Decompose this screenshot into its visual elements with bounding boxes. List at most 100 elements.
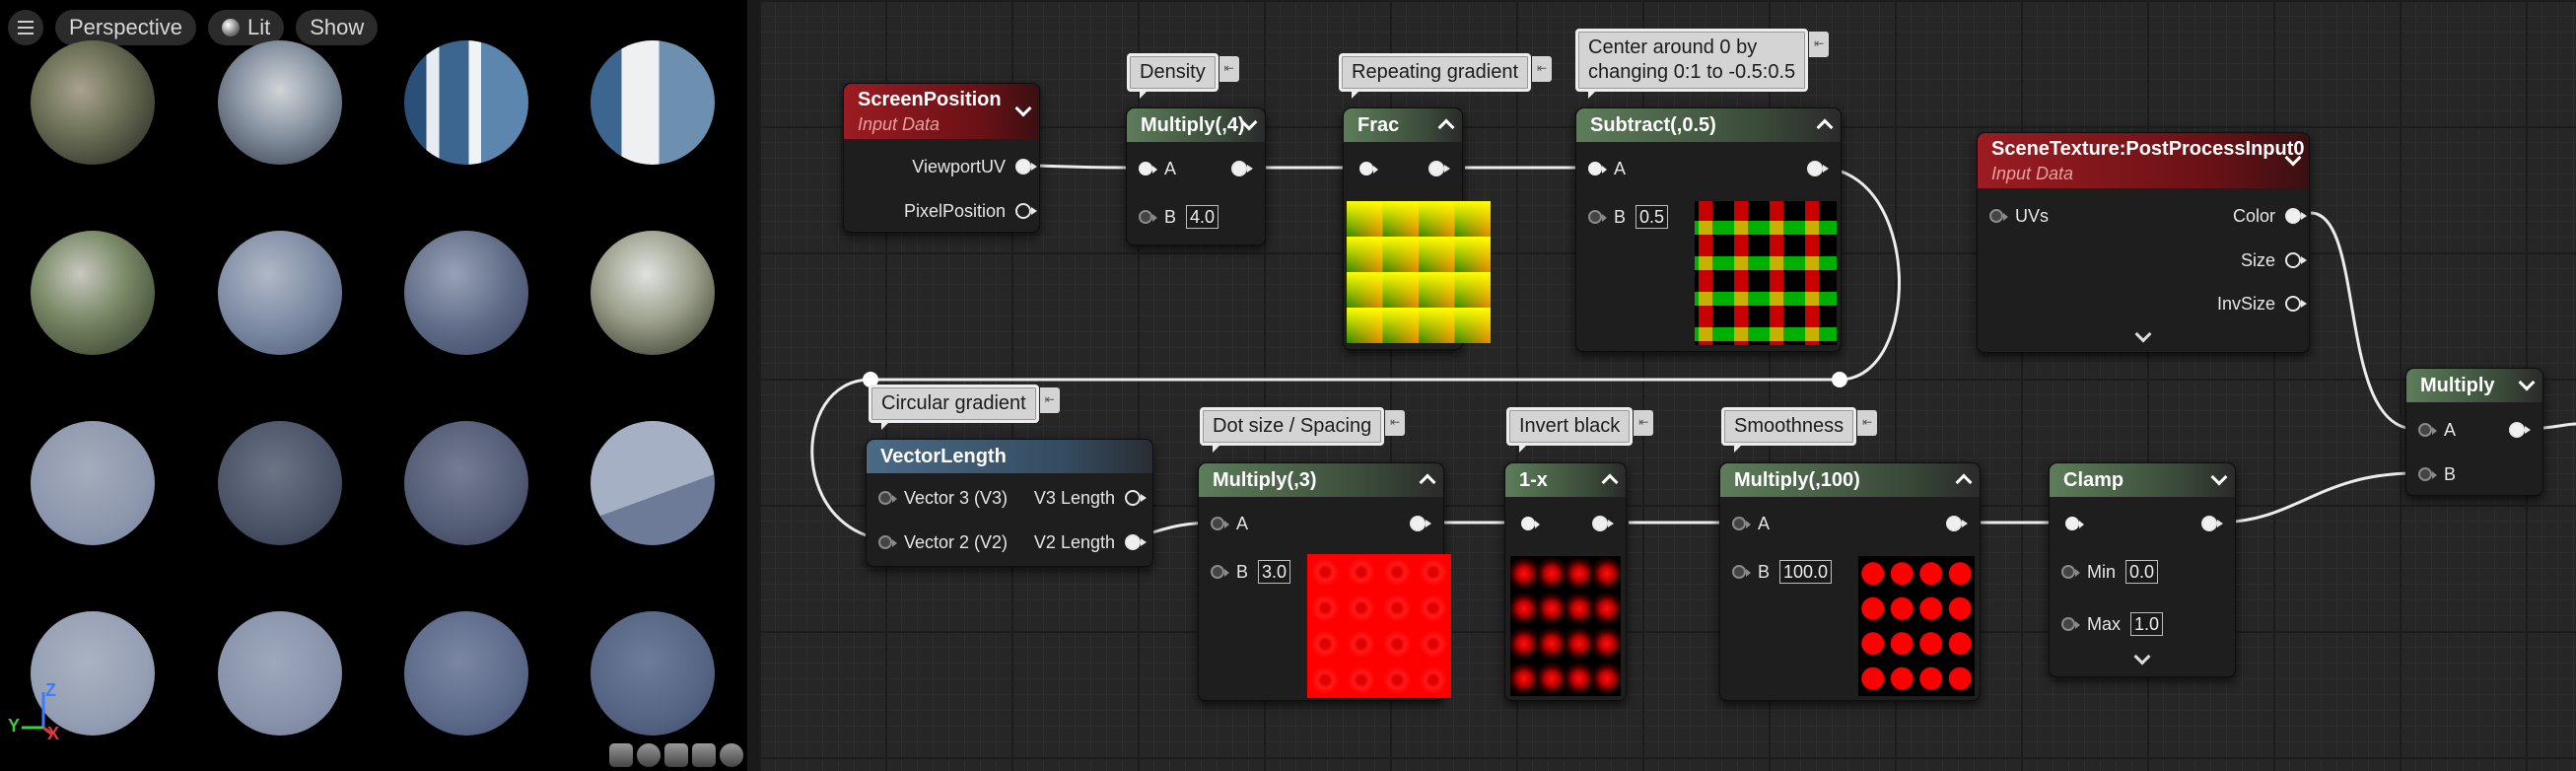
- node-multiply[interactable]: Multiply A B: [2405, 368, 2543, 496]
- node-header[interactable]: Frac: [1344, 108, 1462, 142]
- output-pin-icon[interactable]: [1125, 534, 1147, 550]
- node-header[interactable]: ScreenPosition Input Data: [844, 84, 1039, 139]
- pin-icon[interactable]: ⇤: [1218, 56, 1239, 82]
- show-button[interactable]: Show: [296, 10, 379, 45]
- output-pin-icon[interactable]: [1946, 516, 1968, 531]
- input-a[interactable]: A: [1588, 157, 1626, 180]
- comment-circular-gradient[interactable]: Circular gradient ⇤: [869, 385, 1060, 430]
- input-pin-icon[interactable]: [1588, 210, 1607, 224]
- output-size[interactable]: Size: [2241, 248, 2307, 272]
- input-max[interactable]: Max 1.0: [2061, 612, 2164, 636]
- pin-icon[interactable]: ⇤: [1634, 410, 1654, 436]
- chevron-down-icon[interactable]: [1241, 116, 1255, 130]
- expand-chevron-icon[interactable]: [2137, 328, 2151, 342]
- input-pin-icon[interactable]: [2061, 565, 2080, 579]
- node-screen-position[interactable]: ScreenPosition Input Data ViewportUV Pix…: [843, 83, 1040, 233]
- input-b[interactable]: B 4.0: [1139, 205, 1219, 229]
- output-pin-icon[interactable]: [1231, 161, 1253, 176]
- cylinder-icon[interactable]: [609, 743, 633, 767]
- perspective-button[interactable]: Perspective: [55, 10, 196, 45]
- chevron-up-icon[interactable]: [1817, 116, 1831, 130]
- output-v2-length[interactable]: V2 Length: [1034, 530, 1147, 554]
- output-pin-icon[interactable]: [1015, 203, 1037, 219]
- input-pin-icon[interactable]: [2418, 423, 2437, 437]
- input-pin-icon[interactable]: [2061, 617, 2080, 631]
- input-pin-icon[interactable]: [2065, 517, 2084, 530]
- output-v3-length[interactable]: V3 Length: [1034, 486, 1147, 510]
- chevron-up-icon[interactable]: [1956, 471, 1970, 485]
- input-pin-icon[interactable]: [878, 491, 897, 505]
- pin-icon[interactable]: ⇤: [1532, 56, 1553, 82]
- node-multiply-4[interactable]: Multiply(,4) A B 4.0: [1126, 107, 1266, 245]
- output-color[interactable]: Color: [2233, 204, 2307, 228]
- input-pin-icon[interactable]: [1139, 162, 1157, 175]
- output-pin-icon[interactable]: [2201, 516, 2223, 531]
- node-header[interactable]: Multiply: [2406, 369, 2542, 402]
- output-pin-icon[interactable]: [1015, 159, 1037, 175]
- input-b[interactable]: B 100.0: [1732, 560, 1833, 584]
- output-pin-icon[interactable]: [1125, 490, 1147, 506]
- node-multiply-3[interactable]: Multiply(,3) A B 3.0: [1198, 462, 1451, 701]
- node-clamp[interactable]: Clamp Min 0.0 Max 1.0: [2049, 462, 2236, 677]
- input-pin-icon[interactable]: [1211, 517, 1229, 530]
- chevron-up-icon[interactable]: [1438, 116, 1452, 130]
- node-header[interactable]: Multiply(,4): [1127, 108, 1265, 142]
- input-min[interactable]: Min 0.0: [2061, 560, 2159, 584]
- input-a[interactable]: A: [1139, 157, 1176, 180]
- input-pin-icon[interactable]: [1989, 209, 2008, 223]
- node-header[interactable]: 1-x: [1505, 463, 1626, 497]
- node-header[interactable]: Clamp: [2050, 463, 2235, 497]
- output-pin-icon[interactable]: [1807, 161, 1829, 176]
- value-field[interactable]: 1.0: [2130, 612, 2164, 636]
- expand-chevron-icon[interactable]: [2136, 651, 2150, 665]
- output-pin-icon[interactable]: [2285, 208, 2307, 224]
- output-viewport-uv[interactable]: ViewportUV: [912, 155, 1037, 178]
- node-multiply-100[interactable]: Multiply(,100) A B 100.0: [1719, 462, 1981, 701]
- node-header[interactable]: SceneTexture:PostProcessInput0 Input Dat…: [1978, 133, 2309, 188]
- node-subtract[interactable]: Subtract(,0.5) A B 0.5: [1575, 107, 1842, 352]
- input-b[interactable]: B 0.5: [1588, 205, 1669, 229]
- value-field[interactable]: 3.0: [1258, 560, 1291, 584]
- chevron-up-icon[interactable]: [1602, 471, 1616, 485]
- input-vector3[interactable]: Vector 3 (V3): [878, 486, 1008, 510]
- node-header[interactable]: Multiply(,100): [1720, 463, 1980, 497]
- comment-repeating-gradient[interactable]: Repeating gradient ⇤: [1339, 53, 1553, 99]
- viewport-menu-button[interactable]: [8, 10, 43, 45]
- pin-icon[interactable]: ⇤: [1857, 410, 1878, 436]
- input-pin-icon[interactable]: [1521, 517, 1540, 530]
- plane-icon[interactable]: [664, 743, 688, 767]
- pin-icon[interactable]: ⇤: [1385, 410, 1406, 436]
- cube-icon[interactable]: [692, 743, 716, 767]
- output-pin-icon[interactable]: [1592, 516, 1614, 531]
- chevron-down-icon[interactable]: [2211, 471, 2225, 485]
- comment-smoothness[interactable]: Smoothness ⇤: [1721, 407, 1878, 453]
- node-scene-texture[interactable]: SceneTexture:PostProcessInput0 Input Dat…: [1977, 132, 2310, 353]
- node-frac[interactable]: Frac: [1343, 107, 1491, 350]
- chevron-up-icon[interactable]: [1420, 471, 1433, 485]
- pin-icon[interactable]: ⇤: [1809, 32, 1830, 57]
- value-field[interactable]: 100.0: [1779, 560, 1833, 584]
- input-b[interactable]: B 3.0: [1211, 560, 1291, 584]
- input-a[interactable]: A: [1732, 512, 1770, 535]
- output-pin-icon[interactable]: [2285, 252, 2307, 268]
- value-field[interactable]: 4.0: [1186, 205, 1219, 229]
- node-vector-length[interactable]: VectorLength Vector 3 (V3) V3 Length Vec…: [866, 439, 1153, 567]
- input-a[interactable]: A: [2418, 418, 2456, 442]
- pin-icon[interactable]: ⇤: [1039, 387, 1060, 413]
- input-pin-icon[interactable]: [1732, 565, 1751, 579]
- node-header[interactable]: Subtract(,0.5): [1576, 108, 1841, 142]
- input-pin-icon[interactable]: [2418, 467, 2437, 481]
- value-field[interactable]: 0.0: [2125, 560, 2159, 584]
- node-header[interactable]: VectorLength: [867, 440, 1152, 473]
- viewport-panel[interactable]: Perspective Lit Show Z Y X: [0, 0, 747, 771]
- node-header[interactable]: Multiply(,3): [1199, 463, 1443, 497]
- comment-density[interactable]: Density ⇤: [1127, 53, 1239, 99]
- panel-divider[interactable]: [747, 0, 759, 771]
- comment-dot-size[interactable]: Dot size / Spacing ⇤: [1200, 407, 1406, 453]
- input-vector2[interactable]: Vector 2 (V2): [878, 530, 1008, 554]
- value-field[interactable]: 0.5: [1636, 205, 1669, 229]
- material-graph[interactable]: Density ⇤ Repeating gradient ⇤ Center arou…: [759, 0, 2576, 771]
- sphere-icon[interactable]: [637, 743, 661, 767]
- output-invsize[interactable]: InvSize: [2217, 292, 2307, 315]
- input-pin-icon[interactable]: [1139, 210, 1157, 224]
